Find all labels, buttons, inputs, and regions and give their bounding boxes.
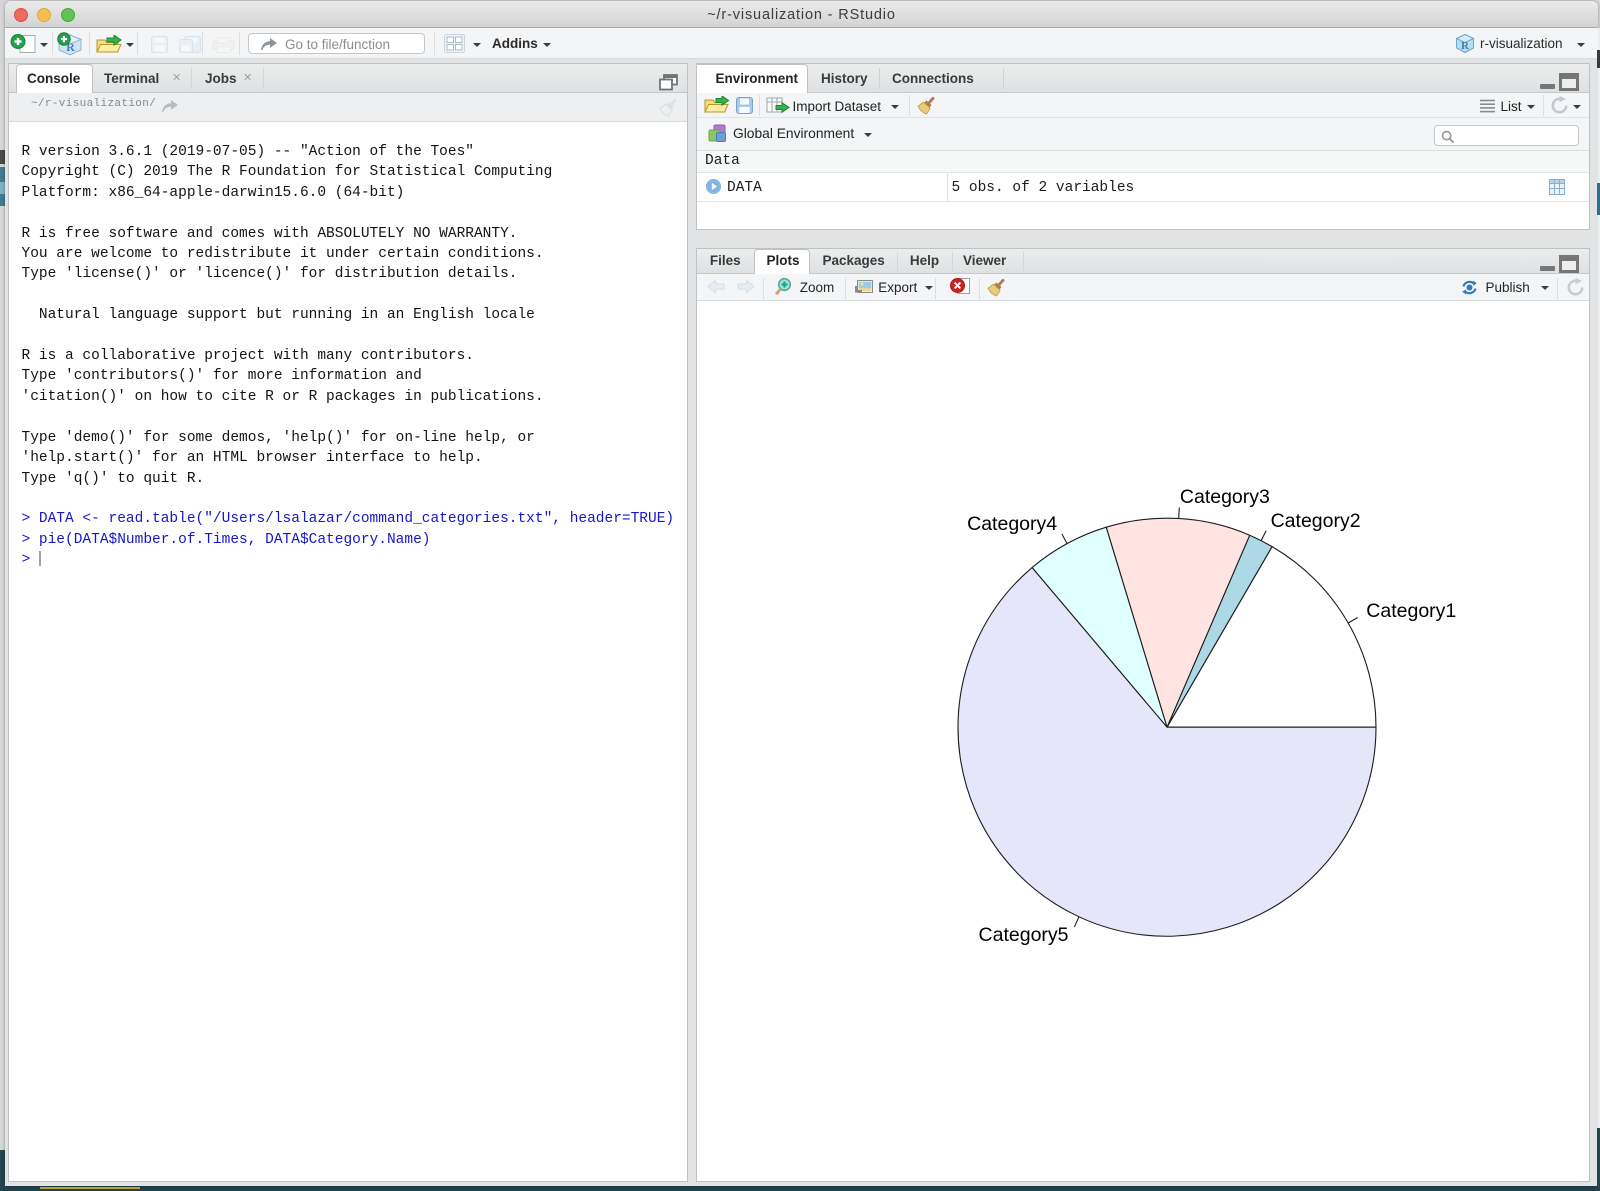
svg-text:R: R (1461, 40, 1470, 52)
